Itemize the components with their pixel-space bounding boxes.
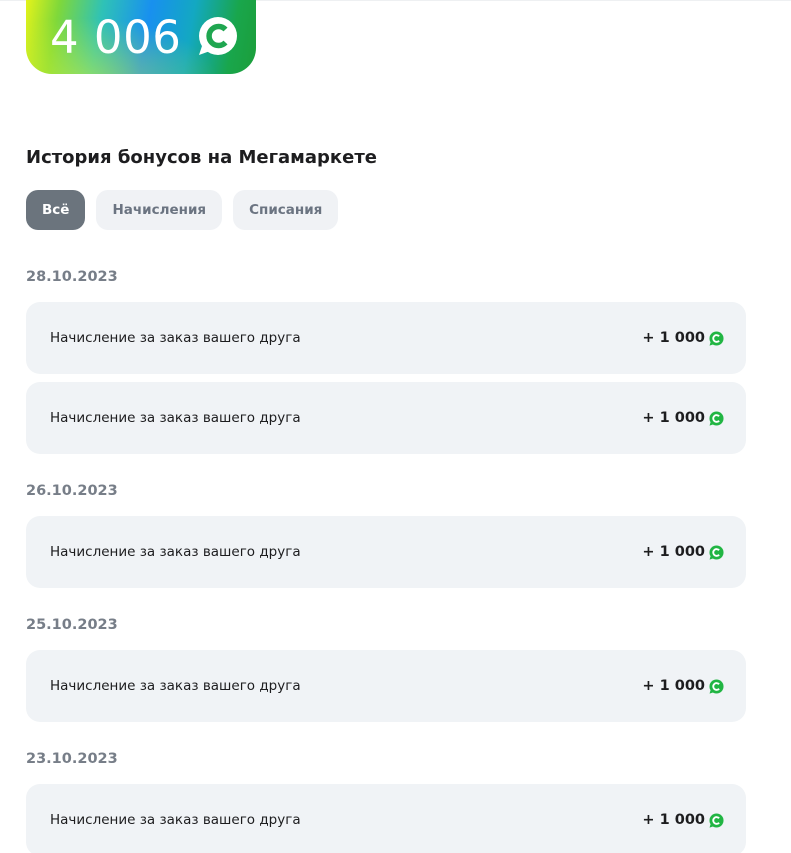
history-filter-tabs: Всё Начисления Списания bbox=[26, 190, 339, 230]
bonus-coin-icon bbox=[709, 812, 724, 828]
transaction-description: Начисление за заказ вашего друга bbox=[50, 410, 301, 426]
bonus-page: 4 006 История бонусов на Мегамаркете Всё… bbox=[0, 0, 791, 853]
transaction-amount: + 1 000 bbox=[642, 678, 705, 694]
transaction-amount-block: + 1 000 bbox=[642, 812, 724, 828]
history-date-group: 23.10.2023 Начисление за заказ вашего др… bbox=[26, 744, 746, 853]
transaction-row[interactable]: Начисление за заказ вашего друга + 1 000 bbox=[26, 784, 746, 853]
filter-tab-all[interactable]: Всё bbox=[26, 190, 86, 230]
bonus-coin-icon bbox=[709, 330, 724, 346]
bonus-coin-icon bbox=[709, 678, 724, 694]
history-date-group: 28.10.2023 Начисление за заказ вашего др… bbox=[26, 262, 746, 454]
transaction-description: Начисление за заказ вашего друга bbox=[50, 678, 301, 694]
transaction-row[interactable]: Начисление за заказ вашего друга + 1 000 bbox=[26, 302, 746, 374]
transaction-amount: + 1 000 bbox=[642, 544, 705, 560]
date-header: 25.10.2023 bbox=[26, 617, 118, 633]
history-date-group: 26.10.2023 Начисление за заказ вашего др… bbox=[26, 476, 746, 588]
transaction-amount-block: + 1 000 bbox=[642, 544, 724, 560]
transaction-row[interactable]: Начисление за заказ вашего друга + 1 000 bbox=[26, 516, 746, 588]
date-header: 28.10.2023 bbox=[26, 269, 118, 285]
bonus-coin-icon bbox=[709, 410, 724, 426]
transaction-amount-block: + 1 000 bbox=[642, 678, 724, 694]
bonus-balance-amount: 4 006 bbox=[50, 11, 182, 64]
date-header: 26.10.2023 bbox=[26, 483, 118, 499]
transaction-amount: + 1 000 bbox=[642, 410, 705, 426]
bonus-coin-icon bbox=[709, 544, 724, 560]
transaction-row[interactable]: Начисление за заказ вашего друга + 1 000 bbox=[26, 382, 746, 454]
transaction-description: Начисление за заказ вашего друга bbox=[50, 812, 301, 828]
transaction-amount-block: + 1 000 bbox=[642, 330, 724, 346]
bonus-balance-card: 4 006 bbox=[26, 0, 256, 74]
filter-tab-writeoffs[interactable]: Списания bbox=[233, 190, 339, 230]
transaction-amount: + 1 000 bbox=[642, 330, 705, 346]
history-date-group: 25.10.2023 Начисление за заказ вашего др… bbox=[26, 610, 746, 722]
transaction-description: Начисление за заказ вашего друга bbox=[50, 544, 301, 560]
history-title: История бонусов на Мегамаркете bbox=[26, 147, 377, 168]
transaction-amount: + 1 000 bbox=[642, 812, 705, 828]
filter-tab-accruals[interactable]: Начисления bbox=[96, 190, 223, 230]
history-list: 28.10.2023 Начисление за заказ вашего др… bbox=[26, 262, 746, 853]
transaction-description: Начисление за заказ вашего друга bbox=[50, 330, 301, 346]
bonus-coin-icon bbox=[199, 17, 237, 55]
transaction-row[interactable]: Начисление за заказ вашего друга + 1 000 bbox=[26, 650, 746, 722]
date-header: 23.10.2023 bbox=[26, 751, 118, 767]
transaction-amount-block: + 1 000 bbox=[642, 410, 724, 426]
